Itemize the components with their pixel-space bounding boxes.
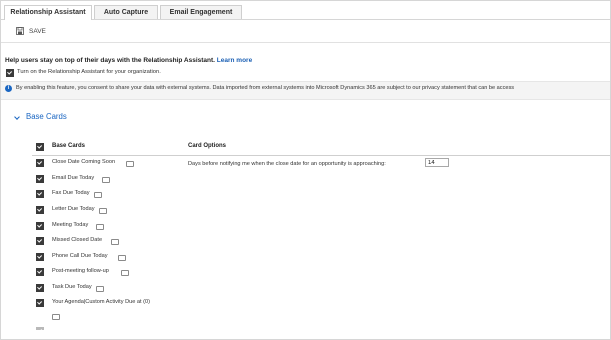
card-label: Your Agenda|Custom Activity Due at (0) — [52, 299, 150, 305]
card-preview-icon[interactable] — [96, 224, 104, 230]
card-label: Meeting Today — [52, 222, 89, 228]
column-header-card-options: Card Options — [188, 143, 227, 149]
card-preview-icon[interactable] — [126, 161, 134, 167]
tab-bar: Relationship Assistant Auto Capture Emai… — [1, 1, 610, 20]
row-checkbox[interactable] — [36, 175, 44, 183]
turn-on-checkbox[interactable] — [6, 69, 14, 77]
row-checkbox[interactable] — [36, 268, 44, 276]
section-title-base-cards[interactable]: Base Cards — [26, 112, 67, 121]
chevron-down-icon[interactable] — [14, 114, 20, 120]
header-divider — [32, 155, 610, 156]
row-checkbox[interactable] — [36, 222, 44, 230]
option-description: Days before notifying me when the close … — [188, 161, 386, 167]
card-preview-icon[interactable] — [121, 270, 129, 276]
save-label: SAVE — [29, 27, 46, 35]
card-preview-icon[interactable] — [52, 314, 60, 320]
card-label: Fax Due Today — [52, 190, 90, 196]
select-all-checkbox[interactable] — [36, 143, 44, 151]
column-header-base-cards: Base Cards — [52, 143, 86, 149]
card-preview-icon[interactable] — [102, 177, 110, 183]
card-preview-icon[interactable] — [94, 192, 102, 198]
settings-window: Relationship Assistant Auto Capture Emai… — [0, 0, 611, 340]
card-label: Task Due Today — [52, 284, 92, 290]
days-before-input[interactable] — [425, 158, 449, 167]
save-button[interactable]: SAVE — [16, 25, 46, 37]
row-checkbox[interactable] — [36, 253, 44, 261]
consent-text: By enabling this feature, you consent to… — [16, 85, 515, 91]
card-preview-icon[interactable] — [118, 255, 126, 261]
row-checkbox[interactable] — [36, 159, 44, 167]
tab-auto-capture[interactable]: Auto Capture — [94, 5, 158, 19]
learn-more-link[interactable]: Learn more — [217, 57, 252, 64]
card-label: Close Date Coming Soon — [52, 159, 116, 165]
row-checkbox[interactable] — [36, 299, 44, 307]
bottom-fade — [1, 330, 610, 339]
card-label: Missed Closed Date — [52, 237, 103, 243]
card-label: Letter Due Today — [52, 206, 95, 212]
row-checkbox[interactable] — [36, 237, 44, 245]
info-icon: i — [5, 85, 12, 92]
save-icon — [16, 27, 24, 35]
card-preview-icon[interactable] — [111, 239, 119, 245]
card-label: Post-meeting follow-up — [52, 268, 109, 274]
row-checkbox[interactable] — [36, 190, 44, 198]
card-label: Phone Call Due Today — [52, 253, 108, 259]
row-checkbox[interactable] — [36, 284, 44, 292]
card-label: Email Due Today — [52, 175, 95, 181]
toolbar: SAVE — [1, 20, 610, 43]
tab-relationship-assistant[interactable]: Relationship Assistant — [4, 5, 92, 20]
tab-email-engagement[interactable]: Email Engagement — [160, 5, 242, 19]
headline-text: Help users stay on top of their days wit… — [5, 57, 215, 64]
intro-headline: Help users stay on top of their days wit… — [5, 57, 252, 64]
card-preview-icon[interactable] — [96, 286, 104, 292]
card-preview-icon[interactable] — [99, 208, 107, 214]
row-checkbox[interactable] — [36, 206, 44, 214]
turn-on-label: Turn on the Relationship Assistant for y… — [17, 69, 161, 75]
